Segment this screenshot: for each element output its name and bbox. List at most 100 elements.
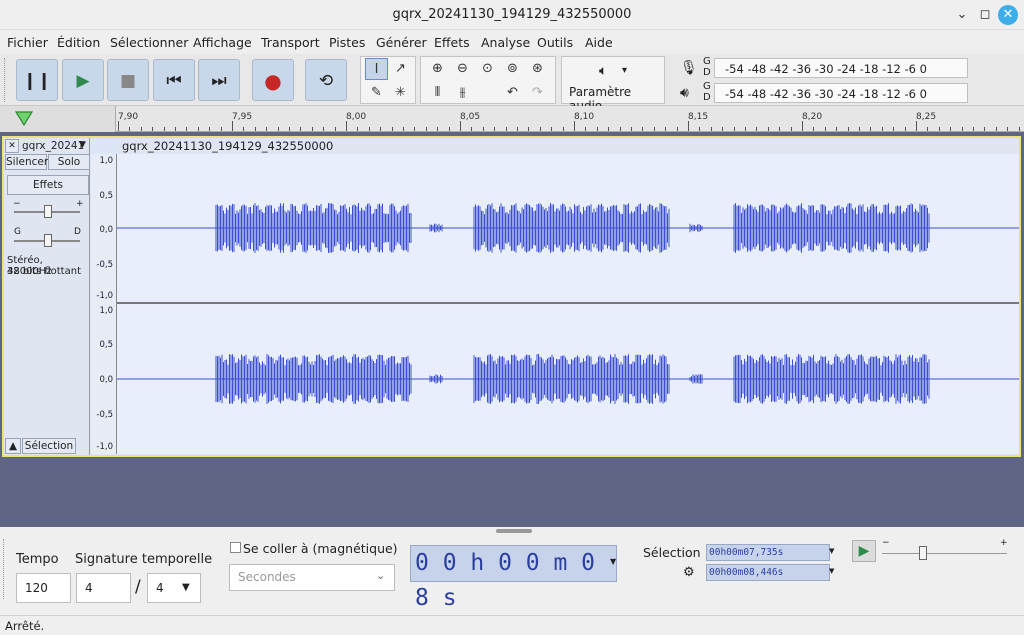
scale-label: 0,0 <box>99 375 113 385</box>
multi-tool-icon[interactable]: ✳ <box>389 82 412 104</box>
chevron-down-icon[interactable]: ▼ <box>79 140 86 150</box>
ruler-tick <box>733 127 735 131</box>
track-close-button[interactable]: ✕ <box>5 139 19 153</box>
play-at-speed-button[interactable]: ▶ <box>852 540 876 562</box>
play-meter-channels: G D <box>703 81 711 103</box>
skip-to-start-button[interactable]: ⏮ <box>153 59 195 101</box>
menu-fichier[interactable]: Fichier <box>7 35 48 50</box>
play-button[interactable]: ▶ <box>62 59 104 101</box>
record-button[interactable]: ● <box>252 59 294 101</box>
waveform-display[interactable] <box>117 154 1019 454</box>
ruler-tick <box>893 127 895 131</box>
zoom-toggle-icon[interactable]: ⊛ <box>526 58 549 80</box>
ruler-tick <box>916 121 917 131</box>
selection-end-time[interactable]: 00h00m08,446s <box>706 564 830 581</box>
trim-audio-icon[interactable]: ⫴ <box>426 82 449 104</box>
ruler-tick <box>232 121 233 131</box>
audio-setup-toolbar[interactable]: 🔈︎ ▾ Paramètre audio <box>561 56 665 113</box>
menu-edition[interactable]: Édition <box>57 35 100 50</box>
chevron-down-icon[interactable]: ⌄ <box>376 569 385 582</box>
selection-tool-icon[interactable]: I <box>365 58 388 80</box>
close-button[interactable]: ✕ <box>998 5 1018 25</box>
toolbar-grip[interactable] <box>4 58 10 102</box>
zoom-selection-icon[interactable]: ⊙ <box>476 58 499 80</box>
ruler-tick <box>688 121 689 131</box>
redo-icon[interactable]: ↷ <box>526 82 549 104</box>
ruler-tick <box>608 127 610 131</box>
menu-transport[interactable]: Transport <box>261 35 320 50</box>
menu-outils[interactable]: Outils <box>537 35 573 50</box>
menu-pistes[interactable]: Pistes <box>329 35 365 50</box>
snap-checkbox[interactable] <box>230 542 241 553</box>
track-title-bar[interactable]: gqrx_20241130_194129_432550000 <box>117 139 1019 154</box>
record-meter[interactable]: -54 -48 -42 -36 -30 -24 -18 -12 -6 0 <box>714 58 968 78</box>
playback-meter[interactable]: -54 -48 -42 -36 -30 -24 -18 -12 -6 0 <box>714 83 968 103</box>
vertical-scale[interactable]: 1,0 0,5 0,0 -0,5 -1,0 1,0 0,5 0,0 -0,5 -… <box>91 154 117 454</box>
zoom-in-icon[interactable]: ⊕ <box>426 58 449 80</box>
snap-unit-select[interactable]: Secondes <box>229 564 395 591</box>
scale-label: -0,5 <box>96 410 113 420</box>
stop-button[interactable]: ■ <box>107 59 149 101</box>
draw-tool-icon[interactable]: ✎ <box>365 82 388 104</box>
select-track-button[interactable]: Sélection <box>22 438 76 454</box>
playback-meter-scale: -54 -48 -42 -36 -30 -24 -18 -12 -6 0 <box>725 87 927 101</box>
timeline-ruler[interactable]: 7,90 7,95 8,00 8,05 8,10 8,15 8,20 8,25 <box>0 106 1024 132</box>
gear-icon[interactable]: ⚙ <box>683 565 695 580</box>
ruler-tick <box>118 121 119 131</box>
ruler-tick <box>995 127 997 131</box>
play-head-triangle-icon[interactable] <box>14 110 34 128</box>
time-signature-denominator[interactable]: 4 <box>147 573 201 603</box>
undo-icon[interactable]: ↶ <box>501 82 524 104</box>
chevron-down-icon[interactable]: ▼ <box>829 547 834 555</box>
track-name-menu[interactable]: gqrx_20241 <box>22 140 84 152</box>
ruler-tick <box>699 127 701 131</box>
ruler-tick <box>380 127 382 131</box>
envelope-tool-icon[interactable]: ↗ <box>389 58 412 80</box>
tempo-input[interactable]: 120 <box>16 573 71 603</box>
speaker-volume-icon[interactable]: 🔊︎ <box>680 85 689 101</box>
track-control-panel[interactable]: ✕ gqrx_20241 ▼ Silencer Solo Effets − + … <box>4 138 90 455</box>
ruler-tick <box>653 127 655 131</box>
menu-generer[interactable]: Générer <box>376 35 427 50</box>
gain-slider-thumb[interactable] <box>44 205 52 218</box>
toolbar-grip[interactable] <box>3 539 9 599</box>
selection-start-time[interactable]: 00h00m07,735s <box>706 544 830 561</box>
menu-affichage[interactable]: Affichage <box>193 35 252 50</box>
silence-audio-icon[interactable]: ⫵ <box>451 82 474 104</box>
ruler-tick <box>209 127 211 131</box>
loop-button[interactable]: ⟲ <box>305 59 347 101</box>
collapse-track-button[interactable]: ▲ <box>5 438 21 454</box>
speed-slider-thumb[interactable] <box>919 546 927 560</box>
zoom-fit-icon[interactable]: ⊚ <box>501 58 524 80</box>
speed-slider[interactable] <box>882 553 1007 554</box>
menu-aide[interactable]: Aide <box>585 35 613 50</box>
record-meter-channels: G D <box>703 56 711 78</box>
ruler-tick <box>220 127 222 131</box>
chevron-down-icon[interactable]: ▼ <box>829 567 834 575</box>
menu-selectionner[interactable]: Sélectionner <box>110 35 188 50</box>
solo-button[interactable]: Solo <box>48 154 90 170</box>
zoom-out-icon[interactable]: ⊖ <box>451 58 474 80</box>
chevron-down-icon[interactable]: ▼ <box>610 557 616 566</box>
effects-button[interactable]: Effets <box>7 175 89 195</box>
ruler-label: 8,20 <box>802 112 823 122</box>
menu-effets[interactable]: Effets <box>434 35 470 50</box>
time-display[interactable]: 0 0 h 0 0 m 0 8 s <box>410 545 617 611</box>
pause-button[interactable]: ❙❙ <box>16 59 58 101</box>
ruler-tick <box>482 127 484 131</box>
ruler-tick <box>186 127 188 131</box>
menu-analyse[interactable]: Analyse <box>481 35 530 50</box>
minimize-button[interactable]: ⌄ <box>952 5 972 25</box>
time-signature-numerator[interactable]: 4 <box>76 573 131 603</box>
speed-plus-label: + <box>1000 538 1008 548</box>
maximize-button[interactable]: ◻ <box>975 5 995 25</box>
skip-to-end-button[interactable]: ⏭ <box>198 59 240 101</box>
ruler-tick <box>334 127 336 131</box>
resize-grip[interactable] <box>496 529 532 533</box>
ruler-tick <box>277 127 279 131</box>
pan-slider-thumb[interactable] <box>44 234 52 247</box>
microphone-icon[interactable]: 🎙︎ <box>680 60 698 76</box>
tools-toolbar: I ↗ ✎ ✳ <box>360 56 416 104</box>
mute-button[interactable]: Silencer <box>5 154 48 170</box>
chevron-down-icon[interactable]: ▼ <box>182 582 190 593</box>
